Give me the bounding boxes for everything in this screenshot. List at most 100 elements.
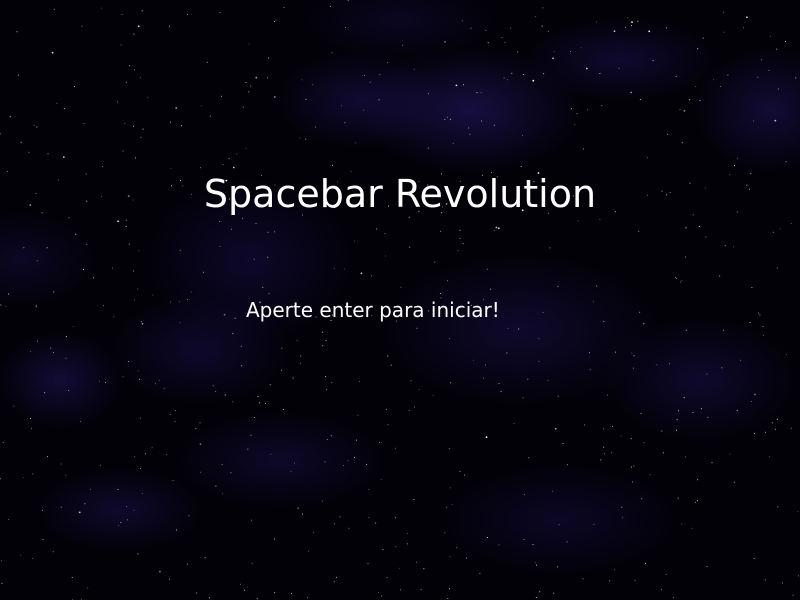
star xyxy=(743,27,745,29)
star xyxy=(259,402,260,404)
star xyxy=(120,521,122,523)
star xyxy=(13,405,15,407)
star xyxy=(450,382,451,384)
star xyxy=(99,380,100,382)
star xyxy=(371,275,373,277)
star xyxy=(661,589,662,590)
star xyxy=(274,538,276,540)
star xyxy=(1,560,3,562)
game-screen[interactable]: Spacebar Revolution Aperte enter para in… xyxy=(0,0,800,600)
star xyxy=(174,410,176,412)
star xyxy=(444,532,446,534)
star xyxy=(117,489,119,490)
star xyxy=(203,271,205,273)
star xyxy=(547,30,549,32)
star xyxy=(36,260,38,262)
star xyxy=(292,377,294,379)
star xyxy=(60,506,62,508)
star xyxy=(239,583,241,585)
star xyxy=(562,443,564,444)
star xyxy=(186,299,188,301)
star xyxy=(407,532,409,534)
star xyxy=(621,506,623,508)
star xyxy=(757,76,759,78)
star xyxy=(449,487,451,489)
star xyxy=(135,157,137,159)
star xyxy=(452,142,454,144)
star xyxy=(777,88,779,90)
star xyxy=(637,20,639,22)
star xyxy=(250,519,252,521)
star xyxy=(504,41,506,43)
star xyxy=(124,122,126,124)
star xyxy=(723,329,724,331)
star xyxy=(9,116,11,118)
star xyxy=(719,275,721,277)
star xyxy=(535,16,537,18)
star xyxy=(274,592,276,594)
star xyxy=(790,223,792,224)
star xyxy=(339,516,341,518)
star xyxy=(166,453,168,455)
star xyxy=(232,166,235,169)
star xyxy=(532,79,535,82)
star xyxy=(152,294,154,296)
star xyxy=(656,364,658,366)
star xyxy=(273,96,276,98)
star xyxy=(65,474,67,476)
star xyxy=(771,422,773,424)
star xyxy=(147,96,149,98)
star xyxy=(600,459,602,461)
star xyxy=(723,31,725,33)
star xyxy=(219,12,221,14)
star xyxy=(240,345,242,347)
star xyxy=(344,122,346,124)
star xyxy=(557,286,559,288)
star xyxy=(42,539,44,540)
star xyxy=(113,316,115,318)
star xyxy=(542,312,544,314)
star xyxy=(299,137,301,139)
star xyxy=(224,394,227,396)
start-prompt: Aperte enter para iniciar! xyxy=(246,298,500,322)
star xyxy=(490,288,492,290)
star xyxy=(322,345,324,347)
star xyxy=(212,385,214,387)
star xyxy=(142,128,144,130)
star xyxy=(68,389,69,391)
star xyxy=(84,503,86,505)
star xyxy=(459,471,461,472)
star xyxy=(250,85,252,87)
star xyxy=(630,91,632,94)
star xyxy=(199,422,201,424)
star xyxy=(513,422,515,424)
star xyxy=(528,457,530,459)
star xyxy=(754,393,756,396)
star xyxy=(331,382,333,384)
star xyxy=(684,256,686,258)
star xyxy=(81,25,83,27)
star xyxy=(520,166,522,167)
star xyxy=(245,147,247,149)
star xyxy=(631,352,633,354)
star xyxy=(761,59,763,61)
star xyxy=(448,448,450,450)
star xyxy=(103,305,104,307)
star xyxy=(549,247,551,249)
star xyxy=(518,328,520,330)
star xyxy=(613,569,615,571)
star xyxy=(127,519,128,521)
star xyxy=(326,438,328,440)
star xyxy=(385,408,387,410)
star xyxy=(634,579,636,581)
star xyxy=(751,287,753,289)
star xyxy=(595,21,597,23)
star xyxy=(615,351,616,353)
star xyxy=(774,119,777,122)
star xyxy=(199,443,202,446)
star xyxy=(35,306,37,308)
star xyxy=(80,421,82,422)
star xyxy=(381,595,383,597)
star xyxy=(267,231,269,233)
star xyxy=(612,425,614,427)
